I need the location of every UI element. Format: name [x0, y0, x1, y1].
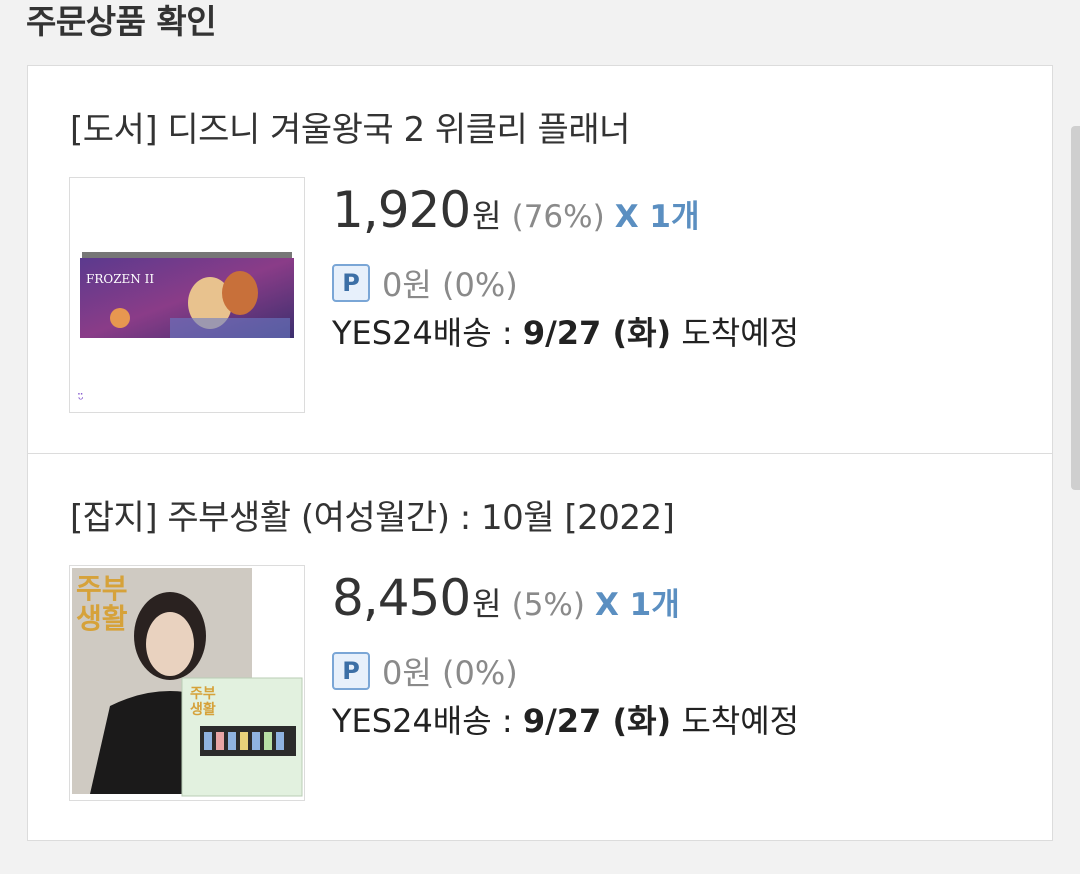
point-badge-icon: P: [332, 264, 370, 302]
section-title: 주문상품 확인: [26, 2, 217, 41]
order-items-card: [도서] 디즈니 겨울왕국 2 위클리 플래너 FROZEN II ᵕ̈ 1,9…: [27, 65, 1053, 841]
item-price: 1,920: [332, 181, 471, 239]
price-line: 8,450 원 (5%) X 1개: [332, 569, 680, 627]
magazine-logo-text: 주부: [76, 572, 128, 605]
frozen-planner-image: FROZEN II ᵕ̈: [70, 178, 304, 412]
shipping-prefix: YES24배송 :: [332, 314, 523, 352]
svg-text:생활: 생활: [190, 701, 216, 718]
shipping-date: 9/27 (화): [522, 314, 672, 352]
discount-rate: (76%): [511, 199, 605, 235]
shipping-info: YES24배송 : 9/27 (화) 도착예정: [332, 696, 799, 742]
svg-text:ᵕ̈: ᵕ̈: [78, 392, 84, 408]
product-thumbnail[interactable]: 주부 생활 주부 생활: [69, 565, 305, 801]
item-price: 8,450: [332, 569, 471, 627]
shipping-prefix: YES24배송 :: [332, 702, 523, 740]
svg-text:주부: 주부: [190, 686, 216, 702]
shipping-suffix: 도착예정: [671, 702, 800, 740]
discount-rate: (5%): [511, 587, 585, 623]
svg-text:생활: 생활: [76, 602, 128, 635]
points-value: 0원 (0%): [382, 266, 518, 304]
points-line: P 0원 (0%): [332, 260, 518, 306]
product-thumbnail[interactable]: FROZEN II ᵕ̈: [69, 177, 305, 413]
currency-unit: 원: [472, 585, 502, 623]
shipping-info: YES24배송 : 9/27 (화) 도착예정: [332, 308, 799, 354]
item-name-link[interactable]: [잡지] 주부생활 (여성월간) : 10월 [2022]: [70, 490, 675, 539]
shipping-date: 9/27 (화): [522, 702, 672, 740]
points-value: 0원 (0%): [382, 654, 518, 692]
shipping-suffix: 도착예정: [671, 314, 800, 352]
currency-unit: 원: [472, 197, 502, 235]
scrollbar[interactable]: [1071, 126, 1080, 490]
item-name-link[interactable]: [도서] 디즈니 겨울왕국 2 위클리 플래너: [70, 102, 630, 151]
magazine-cover-image: 주부 생활 주부 생활: [70, 566, 304, 800]
price-line: 1,920 원 (76%) X 1개: [332, 181, 699, 239]
quantity: X 1개: [594, 587, 680, 623]
quantity: X 1개: [614, 199, 700, 235]
divider: [28, 453, 1052, 454]
point-badge-icon: P: [332, 652, 370, 690]
points-line: P 0원 (0%): [332, 648, 518, 694]
frozen-logo-text: FROZEN II: [86, 272, 154, 286]
